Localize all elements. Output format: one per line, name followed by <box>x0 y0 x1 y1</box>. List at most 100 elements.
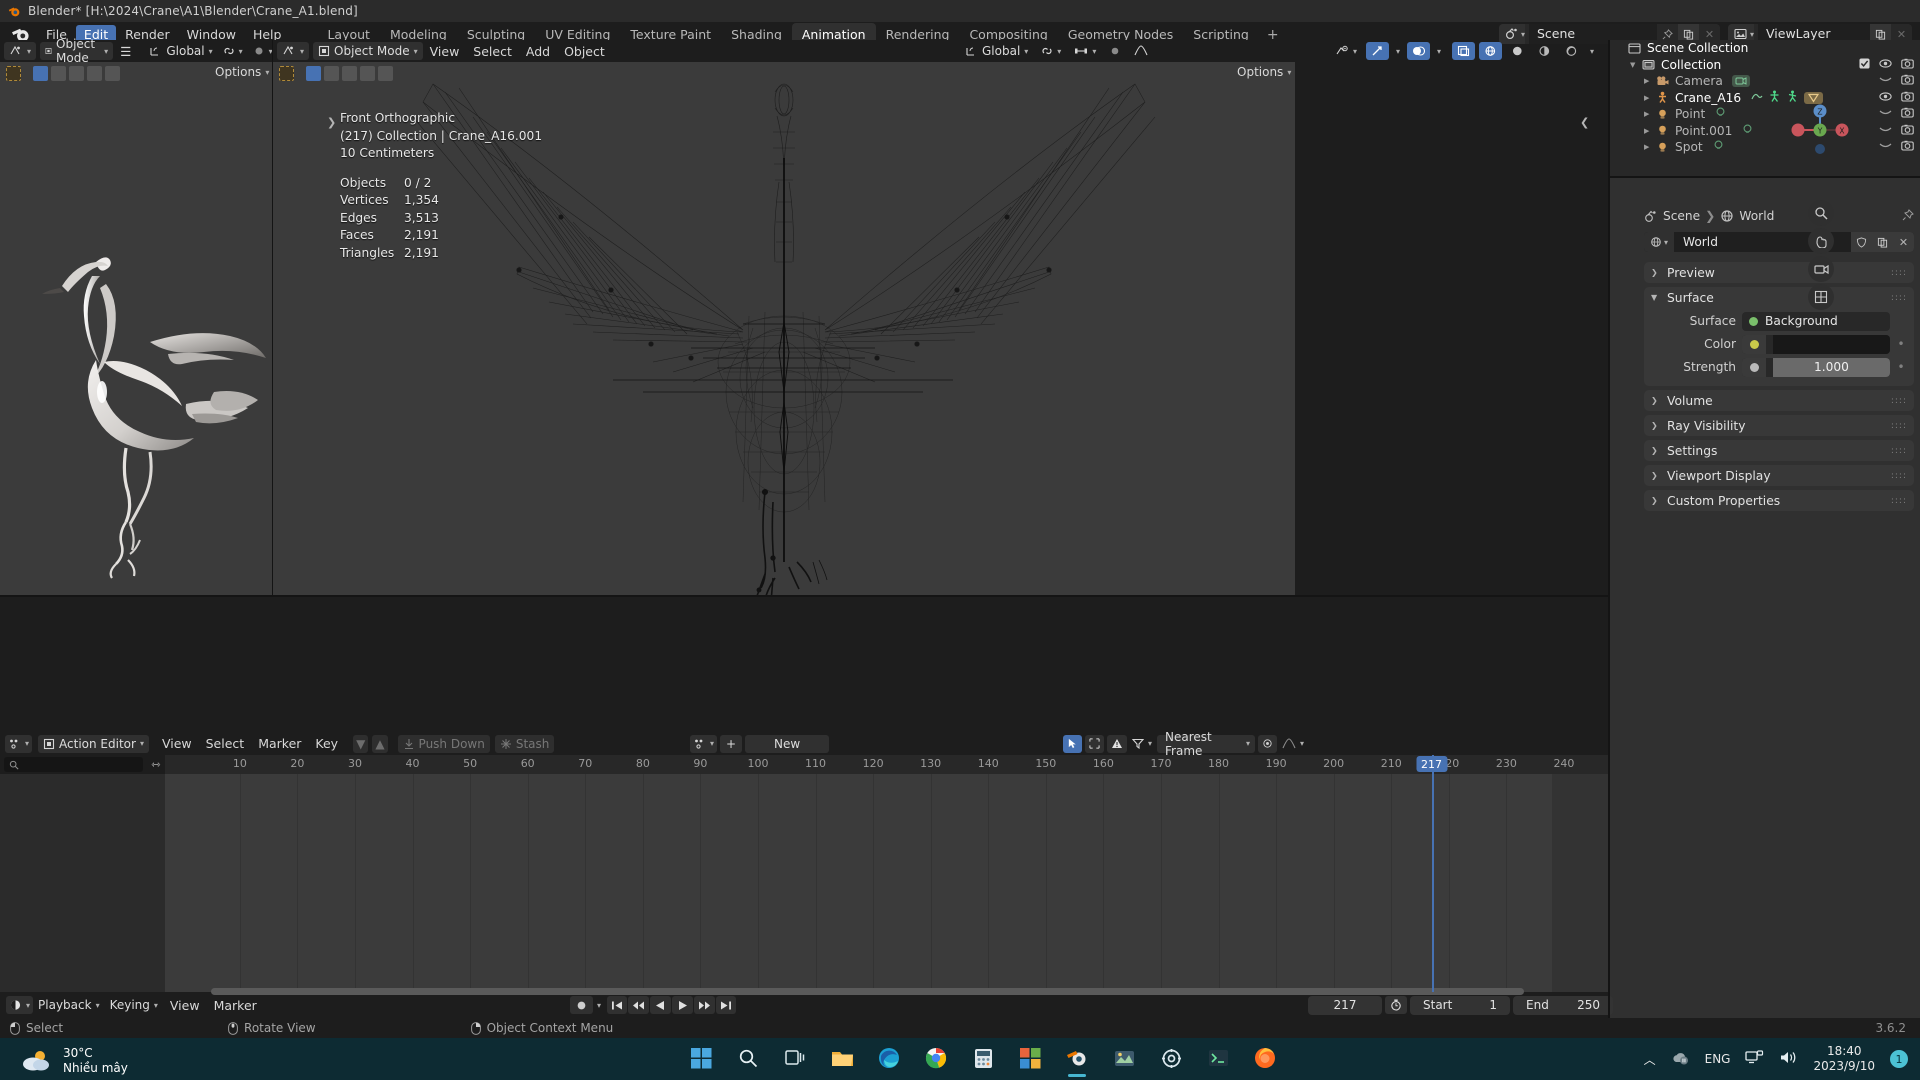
only-show-selected-icon[interactable] <box>1063 735 1082 753</box>
office-app-icon[interactable] <box>1015 1043 1045 1073</box>
panel-header-ray-visibility[interactable]: ❯Ray Visibility:::: <box>1644 415 1914 436</box>
snap-toggle-left[interactable]: ▾ <box>218 42 248 60</box>
dopesheet-menu-marker[interactable]: Marker <box>251 736 308 751</box>
play-button[interactable] <box>672 996 693 1014</box>
unlink-world-button[interactable]: ✕ <box>1893 232 1914 252</box>
start-frame-field[interactable]: Start 1 <box>1410 996 1510 1015</box>
outliner-panel[interactable]: Scene Collection▼Collection▶Camera▶Crane… <box>1610 40 1920 178</box>
chevron-right-icon[interactable]: ❯ <box>1651 471 1661 480</box>
select-mode-extend-icon-main[interactable] <box>324 66 339 81</box>
chrome-browser-icon[interactable] <box>921 1043 951 1073</box>
playback-menu[interactable]: Playback▾ <box>33 996 105 1014</box>
render-visibility-icon[interactable] <box>1901 107 1914 121</box>
panel-drag-handle[interactable]: :::: <box>1891 396 1907 406</box>
add-action-button[interactable]: + <box>720 735 742 753</box>
dopesheet-menu-view[interactable]: View <box>155 736 199 751</box>
breadcrumb-scene[interactable]: Scene <box>1663 209 1700 223</box>
dopesheet-horizontal-scrollbar[interactable] <box>211 988 1524 995</box>
show-errors-icon[interactable] <box>1107 735 1127 753</box>
select-mode-invert-icon[interactable] <box>87 66 102 81</box>
viewport-menu-object[interactable]: Object <box>557 44 612 59</box>
viewport-main-options-button[interactable]: Options▾ <box>1237 65 1291 79</box>
play-reverse-button[interactable] <box>650 996 671 1014</box>
outliner-expand-arrow[interactable]: ▶ <box>1644 77 1656 85</box>
render-visibility-icon[interactable] <box>1901 140 1914 154</box>
outliner-row-crane_a16[interactable]: ▶Crane_A16 <box>1610 90 1920 107</box>
viewport-menu-view[interactable]: View <box>423 44 467 59</box>
render-visibility-icon[interactable] <box>1901 74 1914 88</box>
viewport-left-menu-icon[interactable]: ☰ <box>113 44 138 59</box>
snap-target-icon[interactable]: ▾ <box>1069 42 1101 60</box>
pose-icon[interactable] <box>1768 90 1781 106</box>
move-view-icon[interactable] <box>1808 228 1834 254</box>
keying-menu[interactable]: Keying▾ <box>105 996 163 1014</box>
select-mode-set-icon-main[interactable] <box>306 66 321 81</box>
chevron-right-icon[interactable]: ❯ <box>1651 446 1661 455</box>
taskbar-clock[interactable]: 18:40 2023/9/10 <box>1813 1044 1875 1074</box>
snap-mode-dropdown[interactable]: Nearest Frame ▾ <box>1157 735 1255 753</box>
select-mode-invert-icon-main[interactable] <box>360 66 375 81</box>
transform-orientation-main[interactable]: Global▾ <box>960 42 1033 60</box>
calculator-icon[interactable] <box>968 1043 998 1073</box>
proportional-editing-dopesheet-icon[interactable] <box>1258 735 1277 753</box>
show-hidden-icon[interactable] <box>1085 735 1104 753</box>
overlays-dropdown[interactable]: ▾ <box>1434 42 1444 60</box>
playhead-line[interactable] <box>1432 755 1434 992</box>
color-animate-dot[interactable]: • <box>1896 337 1906 351</box>
panel-drag-handle[interactable]: :::: <box>1891 268 1907 278</box>
light-data-icon[interactable] <box>1741 123 1754 139</box>
navigation-gizmo[interactable]: Z X Y <box>1790 100 1850 160</box>
viewport-left-options-button[interactable]: Options▾ <box>215 65 269 79</box>
timeline-view-menu[interactable]: View <box>163 998 207 1013</box>
select-mode-subtract-icon-main[interactable] <box>342 66 357 81</box>
panel-header-surface[interactable]: ▼Surface:::: <box>1644 287 1914 308</box>
file-explorer-icon[interactable] <box>827 1043 857 1073</box>
chevron-right-icon[interactable]: ❯ <box>1651 496 1661 505</box>
timeline-editor-type-icon[interactable]: ▾ <box>6 996 33 1014</box>
current-frame-field[interactable]: 217 <box>1308 996 1382 1015</box>
volume-icon[interactable] <box>1779 1050 1798 1068</box>
channel-search-input[interactable] <box>4 757 143 772</box>
stash-button[interactable]: Stash <box>495 735 555 753</box>
world-id-field[interactable]: ▾ World ✕ <box>1644 232 1914 252</box>
outliner-row-point-001[interactable]: ▶Point.001 <box>1610 123 1920 140</box>
select-mode-subtract-icon[interactable] <box>69 66 84 81</box>
panel-drag-handle[interactable]: :::: <box>1891 446 1907 456</box>
start-button[interactable] <box>686 1043 716 1073</box>
transform-orientation-left[interactable]: Global▾ <box>144 42 217 60</box>
viewport-sidebar-toggle-icon[interactable]: ❯ <box>327 116 336 129</box>
overlays-toggle-icon[interactable] <box>1407 42 1430 60</box>
visibility-eye-closed-icon[interactable] <box>1879 124 1892 138</box>
dopesheet-mode-selector[interactable]: Action Editor▾ <box>38 735 149 753</box>
auto-keying-dropdown[interactable]: ▾ <box>595 996 603 1014</box>
editor-type-selector-main[interactable]: ▾ <box>277 42 309 60</box>
timeline-marker-menu[interactable]: Marker <box>207 998 264 1013</box>
select-tool-icon-main[interactable] <box>279 66 294 81</box>
select-mode-intersect-icon-main[interactable] <box>378 66 393 81</box>
color-field[interactable] <box>1742 335 1890 354</box>
action-next-button[interactable]: ▲ <box>372 735 387 753</box>
panel-drag-handle[interactable]: :::: <box>1891 293 1907 303</box>
proportional-editing-main[interactable] <box>1104 42 1126 60</box>
playhead-frame-label[interactable]: 217 <box>1416 756 1447 772</box>
snap-magnet-icon[interactable]: ▾ <box>1036 42 1066 60</box>
network-icon[interactable] <box>1745 1050 1764 1068</box>
new-action-button[interactable]: New <box>745 735 829 753</box>
search-icon[interactable] <box>733 1043 763 1073</box>
action-browse-icon[interactable]: ▾ <box>690 735 717 753</box>
outliner-row-scene-collection[interactable]: Scene Collection <box>1610 40 1920 57</box>
outliner-row-camera[interactable]: ▶Camera <box>1610 73 1920 90</box>
render-visibility-icon[interactable] <box>1901 124 1914 138</box>
jump-to-start-button[interactable] <box>607 996 627 1014</box>
zoom-view-icon[interactable] <box>1808 200 1834 226</box>
light-data-icon[interactable] <box>1712 139 1725 155</box>
firefox-browser-icon[interactable] <box>1250 1043 1280 1073</box>
outliner-expand-arrow[interactable]: ▼ <box>1630 61 1642 69</box>
shading-rendered-icon[interactable] <box>1560 42 1583 60</box>
outliner-expand-arrow[interactable]: ▶ <box>1644 143 1656 151</box>
select-mode-extend-icon[interactable] <box>51 66 66 81</box>
visibility-eye-icon[interactable] <box>1879 58 1892 72</box>
new-world-button[interactable] <box>1872 232 1893 252</box>
strength-animate-dot[interactable]: • <box>1896 360 1906 374</box>
photos-app-icon[interactable] <box>1109 1043 1139 1073</box>
